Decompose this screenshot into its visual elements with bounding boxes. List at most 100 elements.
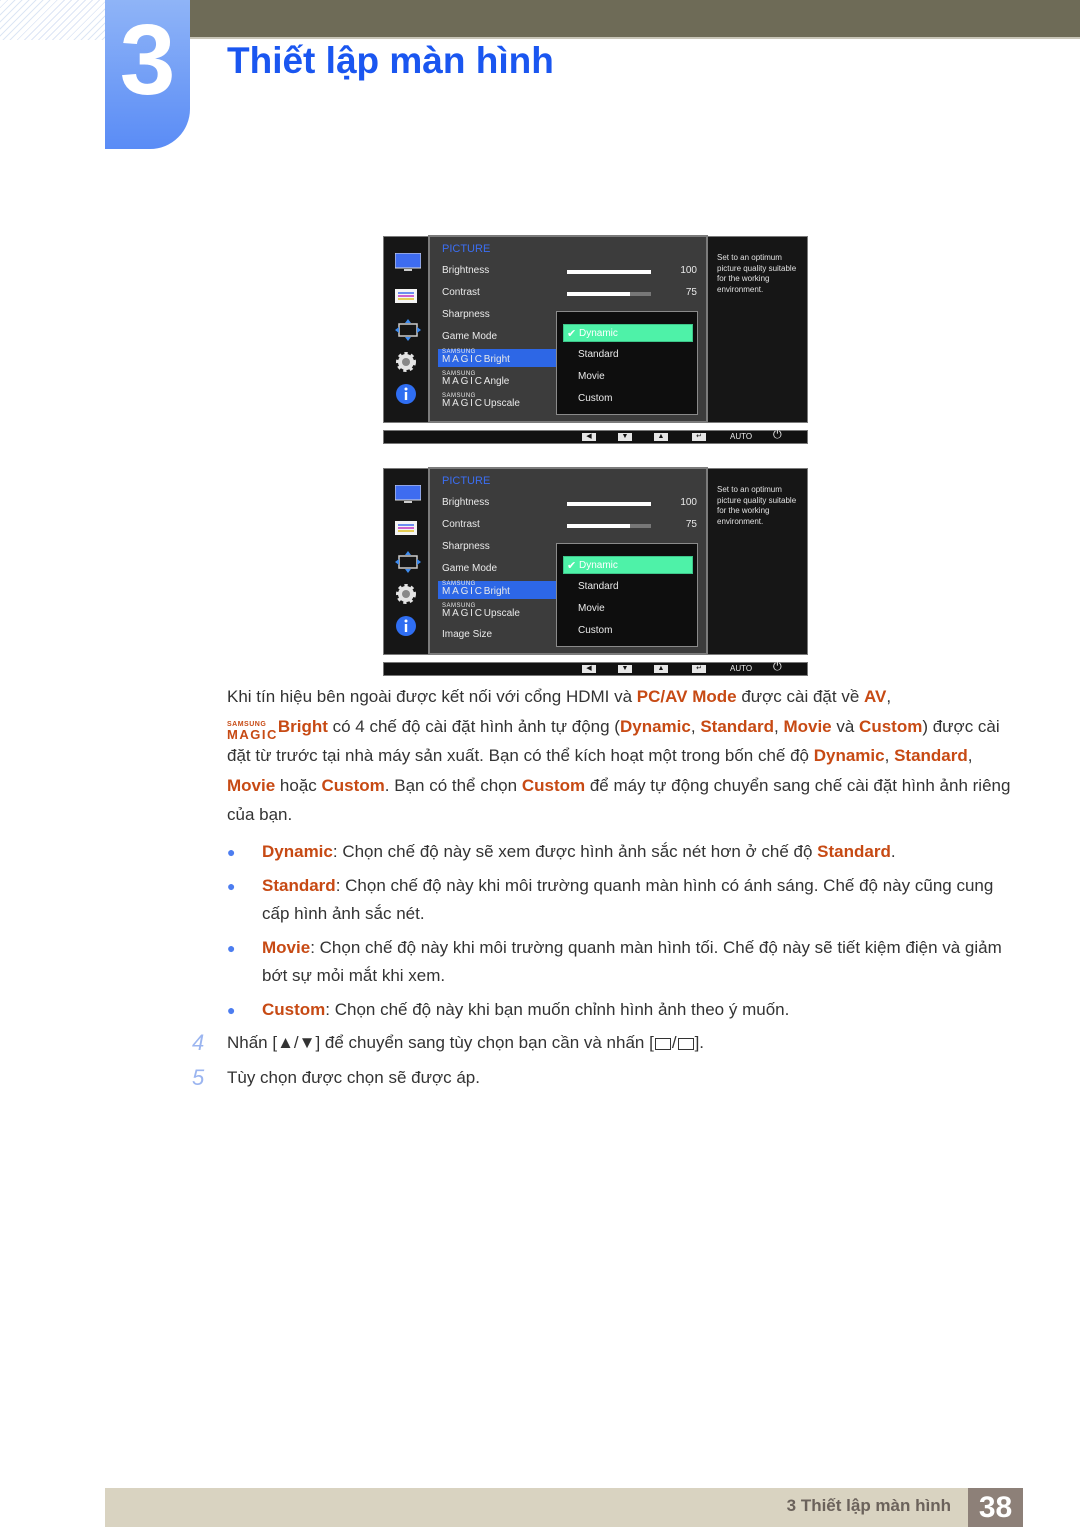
bullet-text: : Chọn chế độ này khi môi trường quanh m… xyxy=(262,938,1002,985)
chapter-tab: 3 xyxy=(105,0,190,149)
bullet-dynamic: ● Dynamic: Chọn chế độ này sẽ xem được hì… xyxy=(227,838,1017,866)
monitor-icon[interactable] xyxy=(394,484,422,505)
dropdown-option[interactable]: Standard xyxy=(563,578,693,596)
highlight: Standard xyxy=(700,716,774,736)
brightness-slider[interactable] xyxy=(567,502,651,506)
magic-suffix: Angle xyxy=(483,376,510,387)
contrast-value: 75 xyxy=(685,519,697,530)
text: ] để chuyển sang tùy chọn bạn cần và nhấ… xyxy=(315,1033,654,1052)
footer-section-label: 3 Thiết lập màn hình xyxy=(786,1496,951,1515)
magic-suffix: Bright xyxy=(483,354,510,365)
power-icon[interactable]: ⏻ xyxy=(773,429,782,442)
header-bar xyxy=(190,0,1080,39)
contrast-value: 75 xyxy=(685,287,697,298)
bullet-dot-icon: ● xyxy=(227,940,236,956)
magic-bottom: MAGIC xyxy=(227,727,278,742)
osd-window: PICTURE Brightness Contrast Sharpness Game M… xyxy=(383,467,808,655)
osd-button-bar: ◀ ▼ ▲ ↵ AUTO ⏻ xyxy=(383,661,808,676)
bullet-standard: ● Standard: Chọn chế độ này khi môi trườn… xyxy=(227,872,1017,928)
chapter-number: 3 xyxy=(119,4,176,116)
bullet-term: Dynamic xyxy=(262,842,333,861)
dropdown-option[interactable]: Custom xyxy=(563,622,693,640)
osd-menu-item-magic[interactable]: SAMSUNG MAGIC Upscale xyxy=(442,393,520,409)
osd-menu-item[interactable]: Game Mode xyxy=(442,563,497,574)
magic-bottom: MAGIC xyxy=(442,376,484,387)
magic-bright-dropdown: ✔ Dynamic Standard Movie Custom xyxy=(556,311,698,415)
dropdown-option[interactable]: Standard xyxy=(563,346,693,364)
power-icon[interactable]: ⏻ xyxy=(773,661,782,674)
osd-window: PICTURE Brightness Contrast Sharpness Game M… xyxy=(383,235,808,423)
osd-menu-item-magic[interactable]: SAMSUNG MAGIC Bright xyxy=(438,581,560,599)
osd-menu-item[interactable]: Sharpness xyxy=(442,541,490,552)
down-arrow-button-icon[interactable]: ▼ xyxy=(618,433,632,441)
highlight-av: AV xyxy=(864,687,887,706)
bullet-dot-icon: ● xyxy=(227,878,236,894)
option-label: Dynamic xyxy=(579,328,618,339)
bullet-term: Custom xyxy=(262,1000,326,1019)
magic-suffix: Bright xyxy=(483,586,510,597)
magic-bottom: MAGIC xyxy=(442,398,484,409)
osd-sidebar xyxy=(384,469,428,654)
intro-paragraph: Khi tín hiệu bên ngoài được kết nối với … xyxy=(227,682,1017,830)
highlight: Dynamic xyxy=(813,746,885,765)
gear-icon[interactable] xyxy=(395,351,419,372)
up-arrow-button-icon[interactable]: ▲ xyxy=(654,433,668,441)
dropdown-option[interactable]: ✔ Dynamic xyxy=(563,324,693,342)
osd-menu-item-magic[interactable]: SAMSUNG MAGIC Bright xyxy=(438,349,560,367)
magic-bottom: MAGIC xyxy=(442,608,484,619)
text: có 4 chế độ cài đặt hình ảnh tự động ( xyxy=(327,716,620,736)
down-arrow-button-icon[interactable]: ▼ xyxy=(618,665,632,673)
left-arrow-button-icon[interactable]: ◀ xyxy=(582,665,596,673)
dropdown-option[interactable]: Movie xyxy=(563,368,693,386)
enter-button-icon[interactable]: ↵ xyxy=(692,665,706,673)
resize-icon[interactable] xyxy=(395,551,421,573)
bullet-dot-icon: ● xyxy=(227,844,236,860)
picture-settings-icon[interactable] xyxy=(395,289,419,309)
osd-screenshot: PICTURE Brightness Contrast Sharpness Game M… xyxy=(383,235,808,444)
info-icon[interactable] xyxy=(395,383,419,404)
auto-button[interactable]: AUTO xyxy=(730,664,752,673)
osd-section-title: PICTURE xyxy=(442,475,491,487)
bullet-term: Standard xyxy=(262,876,336,895)
dropdown-option[interactable]: Custom xyxy=(563,390,693,408)
dropdown-option[interactable]: ✔ Dynamic xyxy=(563,556,693,574)
resize-icon[interactable] xyxy=(395,319,421,341)
bullet-text: : Chọn chế độ này khi bạn muốn chỉnh hìn… xyxy=(325,1000,790,1019)
magic-logo: SAMSUNG MAGIC xyxy=(227,721,278,741)
option-label: Custom xyxy=(578,393,613,404)
osd-menu-item[interactable]: Brightness xyxy=(442,497,489,508)
magic-bottom: MAGIC xyxy=(442,586,484,597)
osd-menu-item[interactable]: Image Size xyxy=(442,629,492,640)
osd-menu-item[interactable]: Sharpness xyxy=(442,309,490,320)
up-arrow-button-icon[interactable]: ▲ xyxy=(654,665,668,673)
contrast-slider[interactable] xyxy=(567,524,651,528)
text: . xyxy=(890,842,896,861)
bullet-text: : Chọn chế độ này khi môi trường quanh m… xyxy=(262,876,994,923)
highlight: Custom xyxy=(321,775,385,795)
text: Nhấn [ xyxy=(227,1033,278,1052)
page-title: Thiết lập màn hình xyxy=(227,40,554,81)
magic-bottom: MAGIC xyxy=(442,354,484,365)
osd-menu-item[interactable]: Contrast xyxy=(442,519,480,530)
brightness-slider[interactable] xyxy=(567,270,651,274)
text: Khi tín hiệu bên ngoài được kết nối với … xyxy=(227,687,637,706)
gear-icon[interactable] xyxy=(395,583,419,604)
dropdown-option[interactable]: Movie xyxy=(563,600,693,618)
osd-menu-item[interactable]: Contrast xyxy=(442,287,480,298)
osd-menu-item[interactable]: Game Mode xyxy=(442,331,497,342)
auto-button[interactable]: AUTO xyxy=(730,432,752,441)
osd-menu-item-magic[interactable]: SAMSUNG MAGIC Upscale xyxy=(442,603,520,619)
enter-button-icon[interactable]: ↵ xyxy=(692,433,706,441)
osd-menu-item-magic[interactable]: SAMSUNG MAGIC Angle xyxy=(442,371,509,387)
text: được cài đặt về xyxy=(736,687,865,706)
highlight-pcav-mode: PC/AV Mode xyxy=(636,687,737,706)
monitor-icon[interactable] xyxy=(394,252,422,273)
picture-settings-icon[interactable] xyxy=(395,521,419,541)
bullet-movie: ● Movie: Chọn chế độ này khi môi trường q… xyxy=(227,934,1017,990)
info-icon[interactable] xyxy=(395,615,419,636)
corner-decoration xyxy=(0,0,105,40)
contrast-slider[interactable] xyxy=(567,292,651,296)
highlight: Standard xyxy=(894,746,968,765)
osd-menu-item[interactable]: Brightness xyxy=(442,265,489,276)
left-arrow-button-icon[interactable]: ◀ xyxy=(582,433,596,441)
